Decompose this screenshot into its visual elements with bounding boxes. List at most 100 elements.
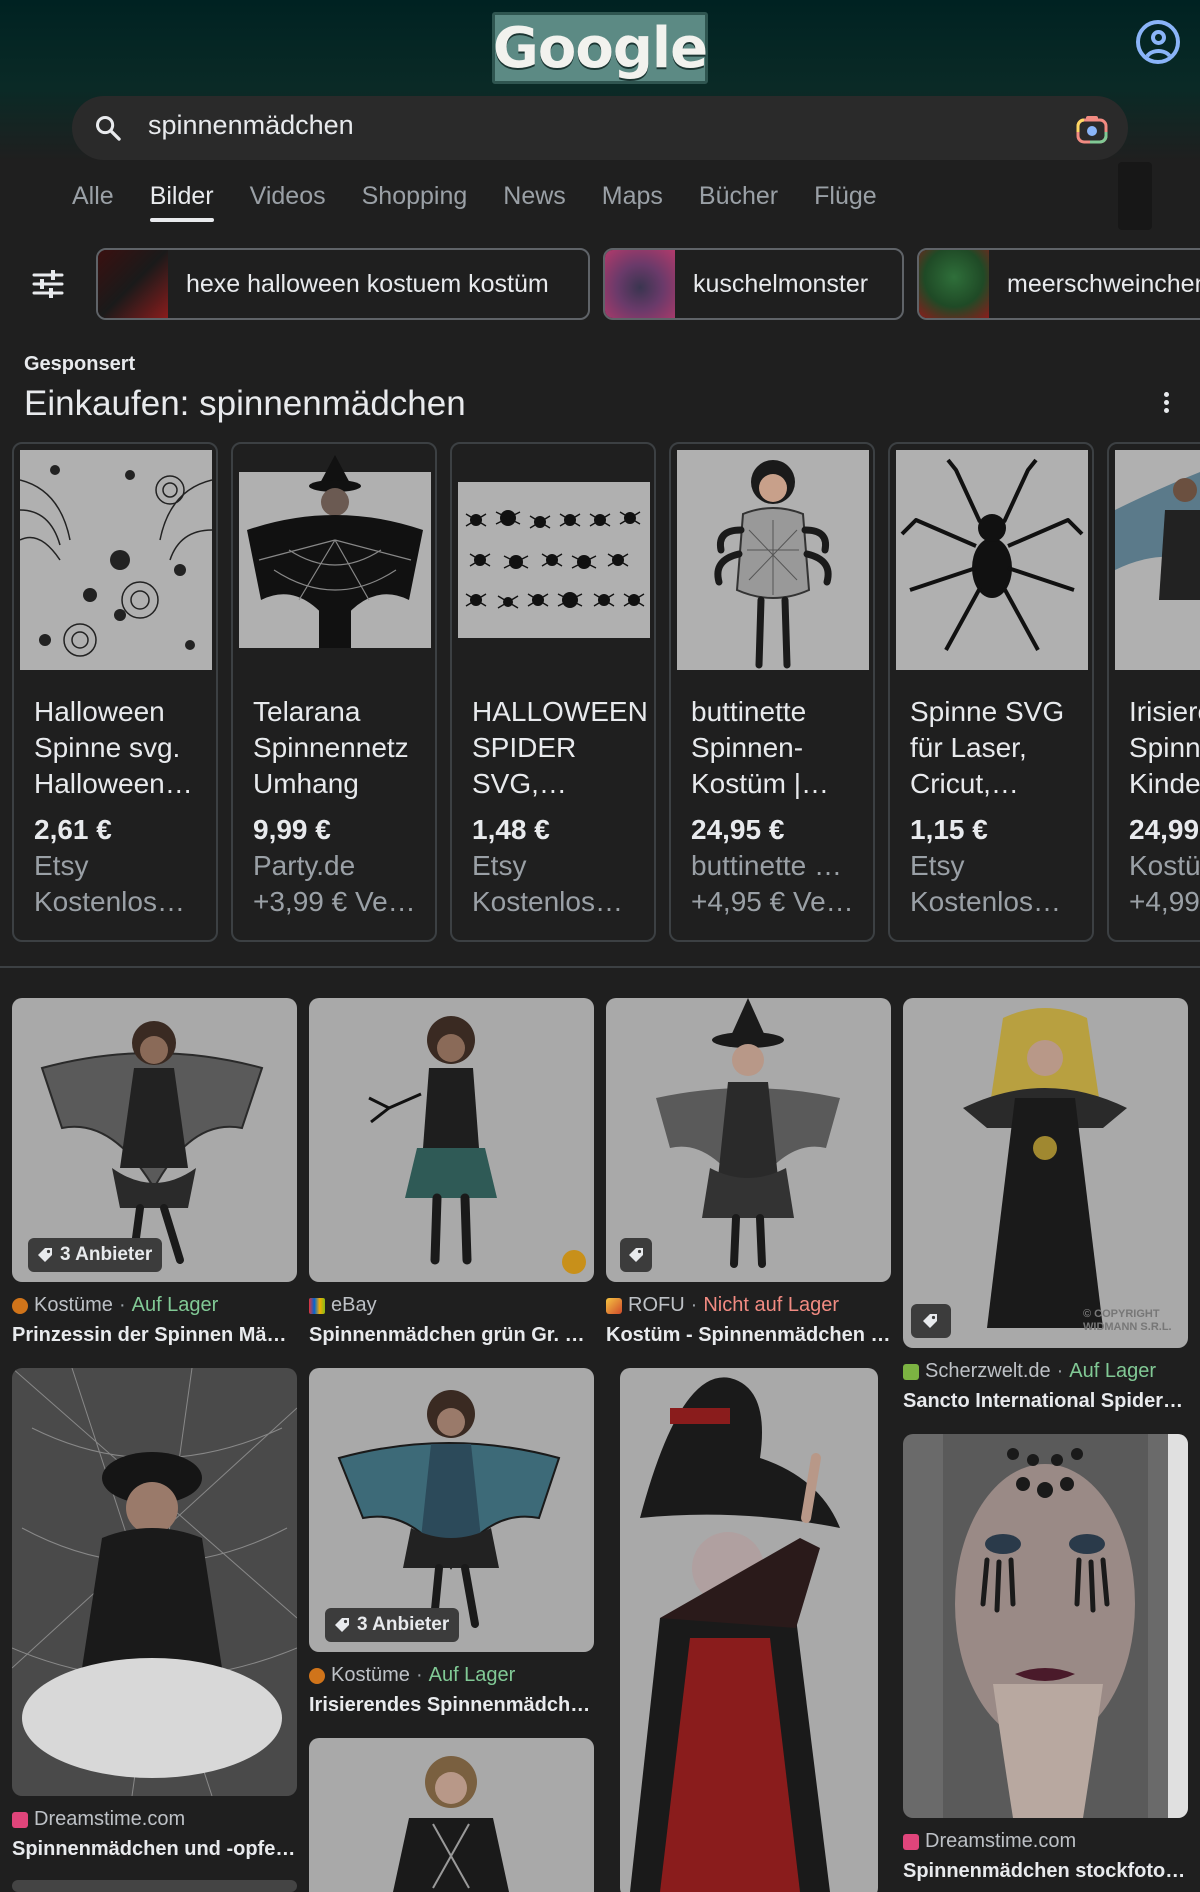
result-title[interactable]: Prinzessin der Spinnen Mäd…: [12, 1324, 297, 1347]
result-title[interactable]: Spinnenmädchen stockfoto.…: [903, 1860, 1188, 1883]
offers-badge-label: 3 Anbieter: [60, 1244, 153, 1265]
result-source: eBay: [309, 1294, 377, 1317]
product-price: 24,99: [1129, 814, 1200, 845]
offers-badge-label: 3 Anbieter: [357, 1614, 450, 1635]
stock-status: Nicht auf Lager: [703, 1294, 839, 1316]
tab-news[interactable]: News: [503, 182, 566, 222]
chip-kuschelmonster[interactable]: kuschelmonster: [603, 248, 904, 320]
search-tabs: Alle Bilder Videos Shopping News Maps Bü…: [72, 182, 913, 222]
result-image[interactable]: [903, 1434, 1188, 1818]
result-image[interactable]: [12, 1368, 297, 1796]
sponsored-label: Gesponsert: [24, 353, 136, 375]
result-source: Kostüme · Auf Lager: [12, 1294, 218, 1317]
product-name: buttinette Spinnen-Kostüm |…: [691, 696, 829, 799]
price-tag-icon: [38, 1248, 52, 1262]
result-image[interactable]: [309, 998, 594, 1282]
price-tag-icon: [923, 1314, 937, 1328]
product-image: [239, 450, 431, 670]
stock-status: Auf Lager: [428, 1664, 516, 1686]
product-name: HALLOWEEN SPIDER SVG,…: [472, 696, 648, 799]
site-favicon-icon: [309, 1667, 325, 1684]
chip-label: kuschelmonster: [693, 269, 869, 298]
image-watermark: © COPYRIGHT WIDMANN S.R.L.: [1083, 1308, 1172, 1333]
result-title[interactable]: Kostüm - Spinnenmädchen -…: [606, 1324, 891, 1347]
result-title[interactable]: Sancto International Spider…: [903, 1390, 1188, 1413]
offers-badge: 3 Anbieter: [28, 1238, 163, 1272]
tabs-overflow-fade: [1118, 162, 1152, 230]
site-favicon-icon: [309, 1297, 325, 1314]
product-image: [19, 450, 213, 670]
section-divider: [0, 966, 1200, 968]
product-shipping: Kostenlos…: [910, 886, 1061, 917]
result-image[interactable]: 3 Anbieter: [12, 998, 297, 1282]
product-image: [677, 450, 869, 670]
site-favicon-icon: [903, 1363, 919, 1380]
product-seller: Etsy: [472, 850, 527, 881]
result-source: Dreamstime.com: [12, 1808, 185, 1831]
product-seller: Etsy: [34, 850, 89, 881]
more-options-icon[interactable]: [1164, 392, 1170, 414]
result-image[interactable]: [12, 1880, 297, 1892]
product-price: 24,95 €: [691, 814, 785, 845]
price-tag-icon: [335, 1618, 349, 1632]
result-title[interactable]: Irisierendes Spinnenmädch…: [309, 1694, 594, 1717]
chip-thumbnail: [98, 250, 168, 318]
filter-settings-icon[interactable]: [32, 270, 64, 298]
product-price: 2,61 €: [34, 814, 112, 845]
product-card[interactable]: HALLOWEEN SPIDER SVG,… 1,48 € Etsy Koste…: [450, 442, 656, 942]
result-title[interactable]: Spinnenmädchen und -opfer…: [12, 1838, 297, 1861]
product-image: [1115, 450, 1200, 670]
result-source: Scherzwelt.de · Auf Lager: [903, 1360, 1156, 1383]
chip-hexe-halloween[interactable]: hexe halloween kostuem kostüm: [96, 248, 590, 320]
chip-thumbnail: [919, 250, 989, 318]
tab-videos[interactable]: Videos: [250, 182, 326, 222]
product-name: Telarana Spinnennetz Umhang: [253, 696, 409, 799]
product-card[interactable]: buttinette Spinnen-Kostüm |… 24,95 € but…: [669, 442, 875, 942]
product-card[interactable]: Irisierendes Spinnen Kinder 24,99 Kostüm…: [1107, 442, 1200, 942]
site-favicon-icon: [606, 1297, 622, 1314]
chip-label: meerschweinchen: [1007, 269, 1200, 298]
result-image[interactable]: [606, 998, 891, 1282]
chip-thumbnail: [605, 250, 675, 318]
tab-bilder[interactable]: Bilder: [149, 182, 214, 222]
product-price: 1,15 €: [910, 814, 988, 845]
product-shipping: +4,99: [1129, 886, 1200, 917]
product-name: Irisierendes Spinnen Kinder: [1129, 696, 1200, 799]
product-seller: Etsy: [910, 850, 965, 881]
result-source: ROFU · Nicht auf Lager: [606, 1294, 839, 1317]
result-image[interactable]: 3 Anbieter: [309, 1368, 594, 1652]
tab-maps[interactable]: Maps: [602, 182, 663, 222]
search-icon[interactable]: [94, 114, 122, 142]
site-favicon-icon: [12, 1297, 28, 1314]
tab-fluege[interactable]: Flüge: [814, 182, 877, 222]
product-image: [458, 450, 650, 670]
result-source: Kostüme · Auf Lager: [309, 1664, 515, 1687]
tab-shopping[interactable]: Shopping: [362, 182, 468, 222]
offers-badge: [620, 1238, 652, 1272]
offers-badge: [911, 1304, 951, 1338]
offers-badge: 3 Anbieter: [325, 1608, 460, 1642]
chip-label: hexe halloween kostuem kostüm: [186, 269, 549, 298]
product-card[interactable]: Telarana Spinnennetz Umhang 9,99 € Party…: [231, 442, 437, 942]
shopping-section-title: Einkaufen: spinnenmädchen: [24, 384, 466, 423]
product-card[interactable]: Spinne SVG für Laser, Cricut,… 1,15 € Et…: [888, 442, 1094, 942]
product-shipping: +3,99 € Ve…: [253, 886, 416, 917]
product-card[interactable]: Halloween Spinne svg. Halloween… 2,61 € …: [12, 442, 218, 942]
stock-status: Auf Lager: [1069, 1360, 1157, 1382]
site-favicon-icon: [12, 1811, 28, 1828]
price-tag-icon: [629, 1248, 643, 1262]
product-seller: Party.de: [253, 850, 356, 881]
result-image[interactable]: [309, 1738, 594, 1892]
google-doodle-logo[interactable]: Google: [492, 12, 708, 84]
tab-buecher[interactable]: Bücher: [699, 182, 778, 222]
google-lens-icon[interactable]: [1076, 114, 1108, 144]
search-input[interactable]: spinnenmädchen: [148, 110, 354, 141]
result-title[interactable]: Spinnenmädchen grün Gr. 1…: [309, 1324, 594, 1347]
result-source: Dreamstime.com: [903, 1830, 1076, 1853]
chip-meerschweinchen[interactable]: meerschweinchen: [917, 248, 1200, 320]
tab-alle[interactable]: Alle: [72, 182, 114, 222]
result-image[interactable]: © COPYRIGHT WIDMANN S.R.L.: [903, 998, 1188, 1348]
product-seller: buttinette …: [691, 850, 842, 881]
account-icon[interactable]: [1136, 20, 1180, 64]
result-image[interactable]: [620, 1368, 878, 1892]
